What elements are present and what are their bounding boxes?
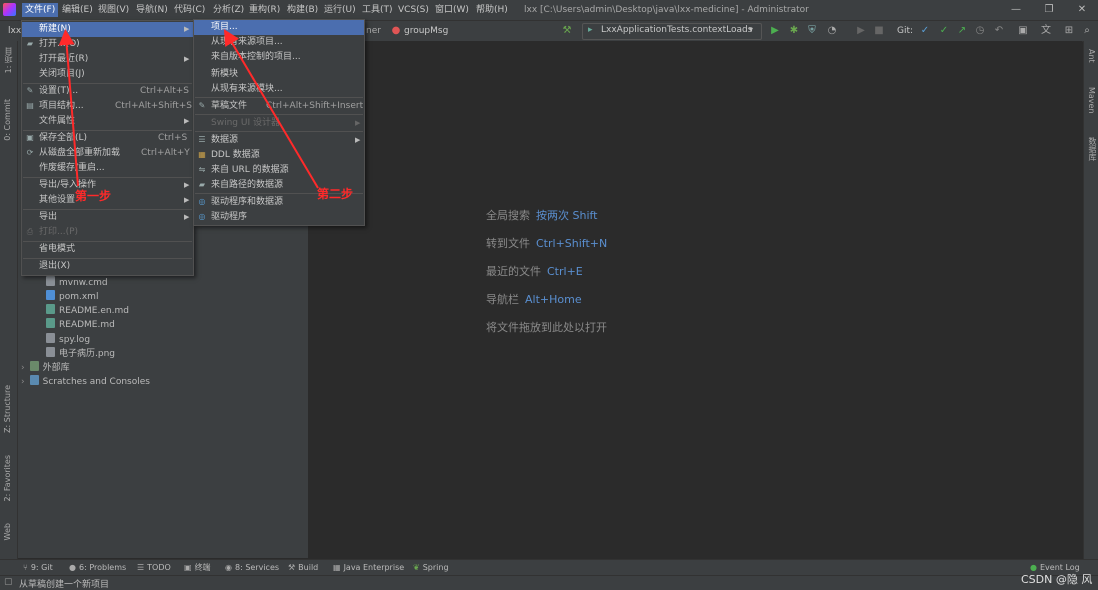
status-toggle-icon[interactable]: ▢ bbox=[4, 577, 13, 587]
tool-tab-spring[interactable]: ❦ Spring bbox=[413, 562, 449, 574]
tool-tab-problems[interactable]: ● 6: Problems bbox=[69, 562, 126, 574]
status-message: 从草稿创建一个新项目 bbox=[19, 580, 110, 590]
tool-tab-label: 6: Problems bbox=[78, 563, 127, 572]
java-enterprise-icon: ▦ bbox=[333, 563, 341, 572]
watermark: CSDN @隐 风 bbox=[1021, 573, 1093, 586]
status-bar: ▢ 从草稿创建一个新项目 bbox=[0, 575, 1098, 590]
tool-tab-label: 终端 bbox=[194, 563, 211, 572]
annotation-arrows bbox=[58, 29, 319, 189]
tool-tab-todo[interactable]: ☰ TODO bbox=[137, 562, 171, 574]
tool-tab-label: 9: Git bbox=[30, 563, 53, 572]
step1-arrow bbox=[58, 29, 79, 187]
step2-annotation: 第二步 bbox=[317, 187, 354, 201]
services-icon: ◉ bbox=[225, 563, 232, 572]
terminal-icon: ▣ bbox=[184, 563, 192, 572]
git-icon: ⑂ bbox=[23, 563, 28, 572]
step1-annotation: 第一步 bbox=[75, 189, 112, 203]
tool-tab-terminal[interactable]: ▣ 终端 bbox=[184, 562, 211, 574]
tool-tab-label: Build bbox=[298, 563, 319, 572]
tool-tab-java-enterprise[interactable]: ▦ Java Enterprise bbox=[333, 562, 404, 574]
tool-tab-label: 8: Services bbox=[234, 563, 280, 572]
spring-icon: ❦ bbox=[413, 563, 420, 572]
tool-tab-label: TODO bbox=[147, 563, 171, 572]
step2-arrow bbox=[223, 29, 319, 189]
tool-tab-label: Spring bbox=[422, 563, 449, 572]
todo-icon: ☰ bbox=[137, 563, 145, 572]
tool-tab-build[interactable]: ⚒ Build bbox=[288, 562, 318, 574]
tool-tab-git[interactable]: ⑂ 9: Git bbox=[23, 562, 53, 574]
bottom-tool-bar: ⑂ 9: Git ● 6: Problems ☰ TODO ▣ 终端 ◉ 8: Servi… bbox=[0, 559, 1098, 576]
tool-tab-label: Java Enterprise bbox=[343, 563, 405, 572]
build-icon: ⚒ bbox=[288, 563, 296, 572]
problems-icon: ● bbox=[69, 563, 76, 572]
tool-tab-services[interactable]: ◉ 8: Services bbox=[225, 562, 279, 574]
